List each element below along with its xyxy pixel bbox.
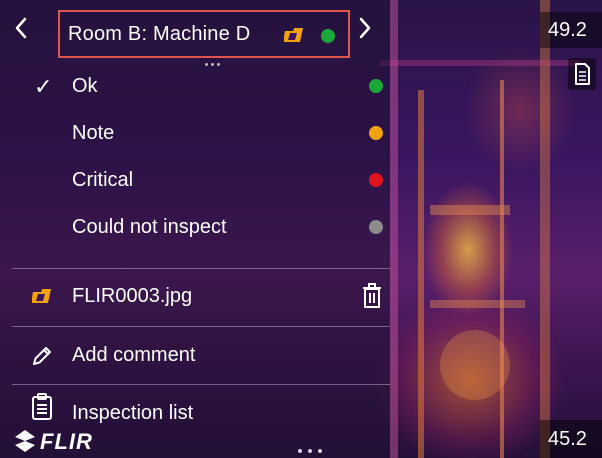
drag-handle-icon[interactable] <box>205 53 225 66</box>
divider <box>12 384 390 385</box>
status-option-label: Critical <box>72 169 134 191</box>
flir-logo-mark-icon <box>15 430 35 452</box>
thermal-background-feature <box>440 330 510 400</box>
thermal-camera-screen: Room B: Machine D ✓ Ok Note Critical Cou… <box>0 0 602 458</box>
status-option-critical[interactable]: Critical <box>20 158 390 204</box>
status-gray-dot <box>369 220 383 234</box>
status-option-label: Ok <box>72 75 98 97</box>
chevron-left-icon[interactable] <box>12 16 30 40</box>
thermal-background-feature <box>430 300 525 308</box>
image-file-row[interactable]: FLIR0003.jpg <box>20 275 390 321</box>
thermal-background-feature <box>500 80 504 458</box>
status-option-label: Note <box>72 122 115 144</box>
add-comment-label: Add comment <box>72 344 196 366</box>
clipboard-icon <box>32 393 52 420</box>
pencil-icon <box>33 347 51 365</box>
thermal-image-icon <box>32 289 51 303</box>
add-comment-button[interactable]: Add comment <box>20 333 390 379</box>
max-temperature-readout: 49.2 <box>540 12 602 48</box>
checkmark-icon: ✓ <box>34 74 53 99</box>
trash-icon[interactable] <box>361 283 383 309</box>
chevron-right-icon[interactable] <box>356 16 374 40</box>
status-orange-dot <box>369 126 383 140</box>
status-option-ok[interactable]: ✓ Ok <box>20 64 390 110</box>
thermal-background-feature <box>418 90 424 458</box>
status-option-note[interactable]: Note <box>20 111 390 157</box>
status-option-label: Could not inspect <box>72 216 227 238</box>
inspection-menu-panel: Room B: Machine D ✓ Ok Note Critical Cou… <box>0 0 390 458</box>
min-temperature-readout: 45.2 <box>540 420 602 458</box>
thermal-background-feature <box>390 0 398 458</box>
divider <box>12 326 390 327</box>
thermal-background-feature <box>380 60 580 66</box>
inspection-point-title[interactable]: Room B: Machine D <box>58 10 350 66</box>
flir-logo: FLIR <box>14 428 124 454</box>
status-indicator-dot <box>321 29 335 43</box>
flir-logo-text: FLIR <box>40 429 93 454</box>
status-option-could-not-inspect[interactable]: Could not inspect <box>20 205 390 251</box>
status-red-dot <box>369 173 383 187</box>
divider <box>12 268 390 269</box>
file-name-label: FLIR0003.jpg <box>72 285 193 307</box>
thermal-background-feature <box>540 0 550 458</box>
page-title: Room B: Machine D <box>68 23 251 45</box>
status-green-dot <box>369 79 383 93</box>
document-icon[interactable] <box>568 58 596 90</box>
inspection-list-label: Inspection list <box>72 402 194 424</box>
thermal-background-feature <box>430 205 510 215</box>
thermal-image-icon <box>284 28 303 42</box>
more-options-icon[interactable] <box>298 440 334 453</box>
